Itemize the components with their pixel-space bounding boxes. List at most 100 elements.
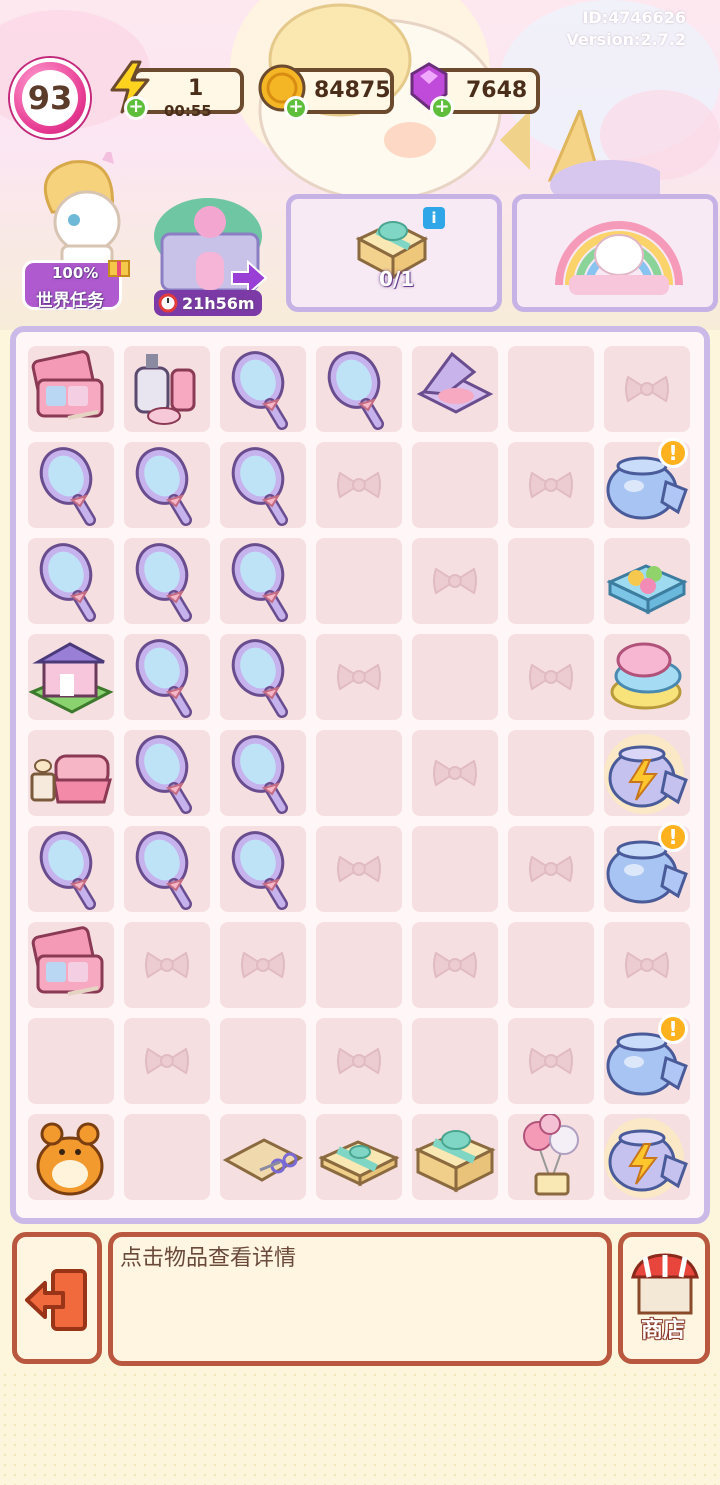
board-cell[interactable] [316,730,402,816]
bed-set-item[interactable] [28,730,114,816]
board-cell[interactable] [508,538,594,624]
board-cell[interactable] [604,1114,690,1200]
craft-paper-item[interactable] [220,1114,306,1200]
board-cell[interactable] [508,442,594,528]
board-cell[interactable] [28,922,114,1008]
board-cell[interactable] [412,730,498,816]
board-cell[interactable] [220,1114,306,1200]
board-cell[interactable] [316,538,402,624]
board-cell[interactable] [220,826,306,912]
gift-order-card[interactable]: i 0/1 [286,194,502,312]
hand-mirror-item[interactable] [220,826,306,912]
board-cell[interactable] [28,634,114,720]
board-cell[interactable] [412,442,498,528]
board-cell[interactable] [508,634,594,720]
board-cell[interactable] [28,538,114,624]
info-icon[interactable]: i [423,207,445,229]
board-cell[interactable] [124,634,210,720]
shop-button[interactable] [618,1232,710,1364]
world-tasks-button[interactable]: 100% 世界任务 [22,146,132,312]
board-cell[interactable] [412,634,498,720]
board-cell[interactable] [124,538,210,624]
hand-mirror-item[interactable] [220,634,306,720]
board-cell[interactable] [124,730,210,816]
board-cell[interactable] [28,1114,114,1200]
candy-jar-alert-item[interactable]: ! [604,438,690,528]
compact-blush-item[interactable] [412,346,498,432]
board-cell[interactable] [124,922,210,1008]
board-cell[interactable] [412,346,498,432]
rainbow-shop-card[interactable] [512,194,718,312]
hand-mirror-item[interactable] [316,346,402,432]
hand-mirror-item[interactable] [124,538,210,624]
board-cell[interactable] [412,1018,498,1104]
board-cell[interactable] [220,442,306,528]
hand-mirror-item[interactable] [124,442,210,528]
board-cell[interactable] [316,922,402,1008]
hand-mirror-item[interactable] [28,538,114,624]
board-cell[interactable] [508,826,594,912]
board-cell[interactable] [220,730,306,816]
hand-mirror-item[interactable] [124,826,210,912]
board-cell[interactable] [316,1018,402,1104]
hand-mirror-item[interactable] [220,442,306,528]
board-cell[interactable] [28,346,114,432]
board-cell[interactable] [28,1018,114,1104]
board-cell[interactable] [412,922,498,1008]
board-cell[interactable] [604,346,690,432]
board-cell[interactable] [28,730,114,816]
board-cell[interactable] [124,1114,210,1200]
add-coins-button[interactable]: + [284,96,308,120]
hand-mirror-item[interactable] [220,346,306,432]
palette-blush-item[interactable] [28,922,114,1008]
board-cell[interactable] [508,1113,594,1200]
board-cell[interactable] [316,826,402,912]
candy-jar-alert-item[interactable]: ! [604,1014,690,1104]
board-cell[interactable]: ! [604,1014,690,1104]
hand-mirror-item[interactable] [220,538,306,624]
board-cell[interactable] [124,346,210,432]
board-cell[interactable] [220,634,306,720]
hand-mirror-item[interactable] [124,634,210,720]
gift-box-big-item[interactable] [412,1114,498,1200]
hand-mirror-item[interactable] [220,730,306,816]
candy-box-item[interactable] [604,538,690,624]
balloon-gift-item[interactable] [508,1113,594,1200]
board-cell[interactable] [412,538,498,624]
board-cell[interactable] [316,1114,402,1200]
garden-house-item[interactable] [28,634,114,720]
board-cell[interactable] [508,730,594,816]
add-energy-button[interactable]: + [124,96,148,120]
board-cell[interactable] [604,922,690,1008]
hand-mirror-item[interactable] [28,442,114,528]
hamster-item[interactable] [28,1114,114,1200]
board-cell[interactable]: ! [604,438,690,528]
board-cell[interactable] [508,1018,594,1104]
board-cell[interactable] [220,922,306,1008]
energy-jar-item[interactable] [604,730,690,816]
board-cell[interactable] [604,538,690,624]
board-cell[interactable] [412,1114,498,1200]
board-cell[interactable] [316,442,402,528]
hand-mirror-item[interactable] [28,826,114,912]
board-cell[interactable] [28,442,114,528]
board-cell[interactable] [316,634,402,720]
gift-box-small-item[interactable] [316,1114,402,1200]
board-cell[interactable]: ! [604,822,690,912]
palette-blush-item[interactable] [28,346,114,432]
board-cell[interactable] [316,346,402,432]
board-cell[interactable] [124,826,210,912]
board-cell[interactable] [220,538,306,624]
hand-mirror-item[interactable] [124,730,210,816]
exit-button[interactable] [12,1232,102,1364]
board-cell[interactable] [124,1018,210,1104]
board-cell[interactable] [508,346,594,432]
cotton-candy-item[interactable] [604,634,690,720]
board-cell[interactable] [604,730,690,816]
board-cell[interactable] [220,1018,306,1104]
board-cell[interactable] [220,346,306,432]
board-cell[interactable] [124,442,210,528]
board-cell[interactable] [412,826,498,912]
candy-jar-alert-item[interactable]: ! [604,822,690,912]
energy-jar-item[interactable] [604,1114,690,1200]
